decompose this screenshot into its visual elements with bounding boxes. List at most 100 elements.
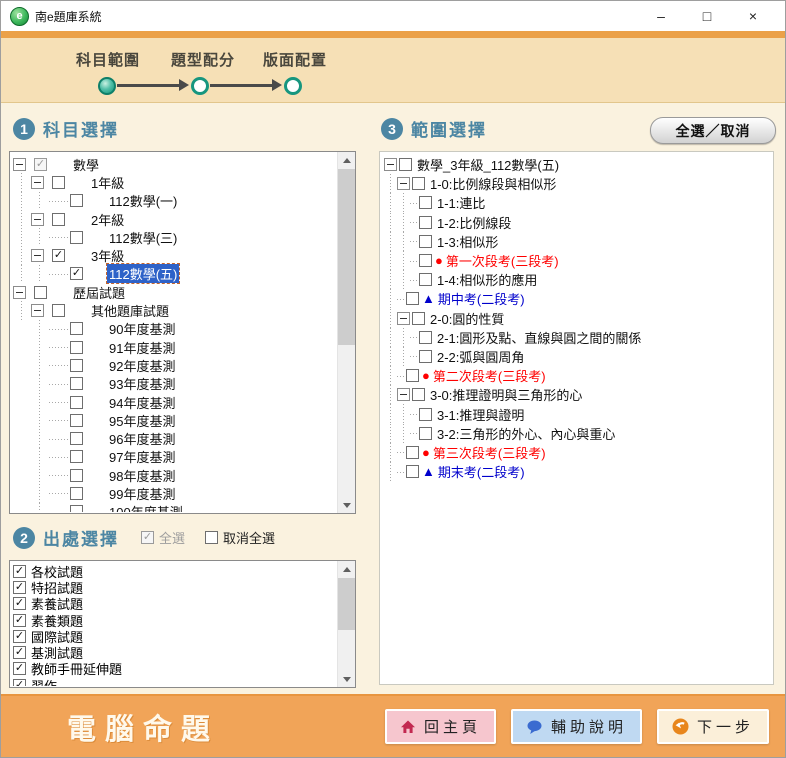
- tree-row[interactable]: 94年度基測: [13, 393, 337, 411]
- tree-checkbox[interactable]: [70, 469, 83, 482]
- tree-expand-toggle[interactable]: [31, 213, 44, 226]
- tree-item-label[interactable]: 90年度基測: [107, 319, 177, 338]
- tree-row[interactable]: 112數學(一): [13, 192, 337, 210]
- tree-row[interactable]: 90年度基測: [13, 320, 337, 338]
- tree-row[interactable]: 100年度基測: [13, 503, 337, 512]
- scroll-down-arrow[interactable]: [338, 671, 355, 687]
- tree-row[interactable]: 1-0:比例線段與相似形: [384, 174, 770, 193]
- tree-row[interactable]: ●第一次段考(三段考): [384, 251, 770, 270]
- tree-checkbox[interactable]: [406, 465, 419, 478]
- tree-row[interactable]: 2-0:圓的性質: [384, 309, 770, 328]
- tree-item-label[interactable]: 3-1:推理與證明: [435, 405, 526, 424]
- source-item-checkbox[interactable]: ✓: [13, 646, 26, 659]
- tree-checkbox[interactable]: [399, 158, 412, 171]
- tree-checkbox[interactable]: [70, 341, 83, 354]
- tree-checkbox[interactable]: [419, 350, 432, 363]
- close-button[interactable]: ×: [730, 1, 776, 31]
- tree-row[interactable]: 91年度基測: [13, 338, 337, 356]
- tree-item-label[interactable]: 第二次段考(三段考): [431, 366, 548, 385]
- tree-item-label[interactable]: 1-0:比例線段與相似形: [428, 174, 558, 193]
- tree-checkbox[interactable]: [70, 414, 83, 427]
- tree-checkbox[interactable]: [412, 312, 425, 325]
- tree-checkbox[interactable]: [52, 176, 65, 189]
- source-list-item[interactable]: ✓國際試題: [13, 628, 337, 644]
- select-all-checkbox[interactable]: ✓: [141, 531, 154, 544]
- tree-row[interactable]: 112數學(三): [13, 228, 337, 246]
- source-list-item[interactable]: ✓教師手冊延伸題: [13, 661, 337, 677]
- tree-row[interactable]: 95年度基測: [13, 411, 337, 429]
- tree-row[interactable]: 97年度基測: [13, 448, 337, 466]
- minimize-button[interactable]: –: [638, 1, 684, 31]
- tree-item-label[interactable]: 第一次段考(三段考): [444, 251, 561, 270]
- scrollbar-thumb[interactable]: [338, 169, 355, 345]
- tree-expand-toggle[interactable]: [384, 158, 397, 171]
- tree-item-label[interactable]: 99年度基測: [107, 484, 177, 503]
- tree-row[interactable]: 3-1:推理與證明: [384, 404, 770, 423]
- source-item-checkbox[interactable]: ✓: [13, 581, 26, 594]
- tree-item-label[interactable]: 第三次段考(三段考): [431, 443, 548, 462]
- tree-row[interactable]: 1年級: [13, 173, 337, 191]
- tree-checkbox[interactable]: [406, 446, 419, 459]
- tree-row[interactable]: 1-4:相似形的應用: [384, 270, 770, 289]
- source-item-checkbox[interactable]: ✓: [13, 565, 26, 578]
- tree-checkbox[interactable]: [52, 304, 65, 317]
- help-button[interactable]: 輔助說明: [511, 709, 642, 744]
- tree-row[interactable]: ▲期末考(二段考): [384, 462, 770, 481]
- tree-item-label[interactable]: 2-0:圓的性質: [428, 309, 506, 328]
- source-list-item[interactable]: ✓素養類題: [13, 612, 337, 628]
- tree-row[interactable]: 2年級: [13, 210, 337, 228]
- source-item-checkbox[interactable]: ✓: [13, 662, 26, 675]
- tree-row[interactable]: 96年度基測: [13, 429, 337, 447]
- tree-checkbox[interactable]: [70, 396, 83, 409]
- tree-item-label[interactable]: 數學: [71, 155, 101, 174]
- tree-row[interactable]: 數學_3年級_112數學(五): [384, 155, 770, 174]
- tree-row[interactable]: ●第三次段考(三段考): [384, 443, 770, 462]
- scrollbar-thumb[interactable]: [338, 578, 355, 630]
- subject-tree-scrollbar[interactable]: [337, 152, 355, 513]
- tree-checkbox[interactable]: [419, 273, 432, 286]
- tree-item-label[interactable]: 3-2:三角形的外心、內心與重心: [435, 424, 617, 443]
- tree-item-label[interactable]: 2-2:弧與圓周角: [435, 347, 526, 366]
- toggle-select-all-button[interactable]: 全選／取消: [650, 117, 776, 144]
- tree-row[interactable]: 93年度基測: [13, 375, 337, 393]
- tree-row[interactable]: 2-1:圓形及點、直線與圓之間的關係: [384, 328, 770, 347]
- tree-checkbox[interactable]: [419, 196, 432, 209]
- tree-row[interactable]: 其他題庫試題: [13, 301, 337, 319]
- maximize-button[interactable]: □: [684, 1, 730, 31]
- tree-item-label[interactable]: 95年度基測: [107, 411, 177, 430]
- tree-item-label[interactable]: 3-0:推理證明與三角形的心: [428, 385, 584, 404]
- tree-checkbox[interactable]: [419, 254, 432, 267]
- tree-row[interactable]: 2-2:弧與圓周角: [384, 347, 770, 366]
- tree-checkbox[interactable]: [412, 177, 425, 190]
- tree-item-label[interactable]: 94年度基測: [107, 393, 177, 412]
- step-label-subject-range[interactable]: 科目範圍: [76, 49, 140, 70]
- tree-row[interactable]: ▲期中考(二段考): [384, 289, 770, 308]
- tree-row[interactable]: 92年度基測: [13, 356, 337, 374]
- tree-expand-toggle[interactable]: [31, 249, 44, 262]
- step-circle-3[interactable]: [284, 77, 302, 95]
- source-list-item[interactable]: ✓各校試題: [13, 563, 337, 579]
- tree-item-label[interactable]: 112數學(一): [107, 191, 179, 210]
- tree-checkbox[interactable]: ✓: [70, 267, 83, 280]
- next-step-button[interactable]: 下一步: [657, 709, 769, 744]
- tree-checkbox[interactable]: [70, 487, 83, 500]
- tree-expand-toggle[interactable]: [13, 286, 26, 299]
- tree-checkbox[interactable]: [419, 408, 432, 421]
- tree-item-label[interactable]: 100年度基測: [107, 502, 185, 512]
- tree-row[interactable]: 1-3:相似形: [384, 232, 770, 251]
- tree-checkbox[interactable]: [70, 322, 83, 335]
- tree-item-label[interactable]: 期末考(二段考): [436, 462, 527, 481]
- tree-checkbox[interactable]: [419, 235, 432, 248]
- source-list-item[interactable]: ✓素養試題: [13, 596, 337, 612]
- source-item-checkbox[interactable]: ✓: [13, 679, 26, 686]
- scroll-up-arrow[interactable]: [338, 152, 355, 168]
- tree-item-label[interactable]: 1-2:比例線段: [435, 213, 513, 232]
- home-button[interactable]: 回主頁: [385, 709, 496, 744]
- tree-checkbox[interactable]: ✓: [34, 158, 47, 171]
- tree-row[interactable]: 3-0:推理證明與三角形的心: [384, 385, 770, 404]
- tree-item-label[interactable]: 92年度基測: [107, 356, 177, 375]
- tree-expand-toggle[interactable]: [31, 304, 44, 317]
- tree-item-label[interactable]: 期中考(二段考): [436, 289, 527, 308]
- tree-row[interactable]: ✓3年級: [13, 246, 337, 264]
- tree-checkbox[interactable]: [419, 216, 432, 229]
